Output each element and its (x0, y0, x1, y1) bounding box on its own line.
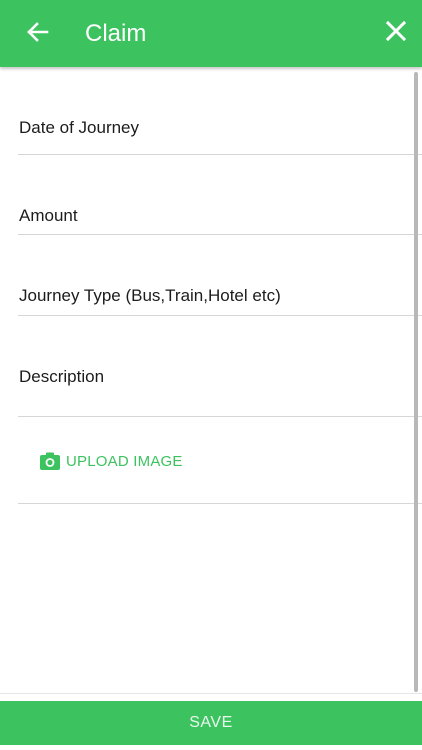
close-icon[interactable] (382, 17, 410, 45)
description-label: Description (19, 367, 105, 386)
journey-type-label: Journey Type (Bus,Train,Hotel etc) (19, 286, 281, 305)
save-button-label: SAVE (189, 714, 233, 731)
upload-divider (18, 503, 422, 504)
date-of-journey-label: Date of Journey (19, 118, 140, 137)
arrow-back-icon[interactable] (24, 18, 52, 46)
journey-type-field[interactable]: Journey Type (Bus,Train,Hotel etc) (18, 235, 422, 316)
field-underline (18, 416, 422, 417)
page-title: Claim (85, 20, 147, 47)
claim-form: Date of Journey Amount Journey Type (Bus… (0, 67, 422, 700)
app-bar: Claim (0, 0, 422, 67)
amount-label: Amount (19, 206, 78, 225)
amount-field[interactable]: Amount (18, 155, 422, 235)
bottom-divider (0, 693, 422, 694)
description-field[interactable]: Description (18, 316, 422, 417)
date-of-journey-field[interactable]: Date of Journey (18, 67, 422, 155)
camera-icon (40, 452, 60, 470)
upload-image-label: UPLOAD IMAGE (66, 453, 183, 470)
scrollbar[interactable] (414, 72, 418, 692)
save-button[interactable]: SAVE (0, 701, 422, 745)
